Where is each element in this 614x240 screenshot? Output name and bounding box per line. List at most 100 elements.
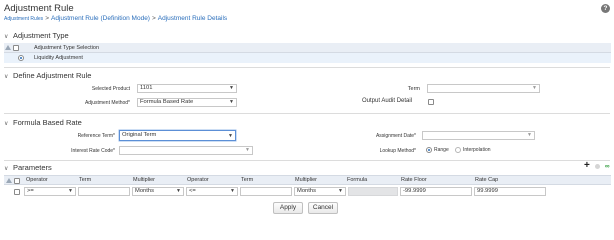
parameters-toolbar: + ∞ — [584, 161, 610, 171]
reference-term-value: Original Term — [122, 132, 157, 138]
lookup-interpolation-option[interactable]: Interpolation — [455, 147, 491, 153]
section-parameters[interactable]: ∨ Parameters — [4, 163, 52, 172]
dropdown-icon: ▼ — [245, 147, 250, 153]
multiplier-select[interactable]: Months ▼ — [132, 187, 184, 196]
term-input[interactable] — [78, 187, 130, 196]
formula-input — [348, 187, 398, 196]
chevron-down-icon[interactable]: ∨ — [4, 120, 13, 127]
page-title: Adjustment Rule — [4, 3, 74, 14]
select-all-checkbox[interactable] — [13, 44, 19, 51]
section-title: Define Adjustment Rule — [13, 71, 92, 80]
interest-rate-code-select[interactable]: ▼ — [119, 146, 253, 155]
selected-product-value: 1101 — [140, 85, 153, 91]
row-checkbox[interactable] — [14, 189, 20, 195]
column-header-formula: Formula — [347, 177, 368, 183]
divider — [4, 160, 610, 161]
reference-term-select[interactable]: Original Term ▼ — [119, 130, 236, 141]
divider — [4, 113, 610, 114]
section-title: Formula Based Rate — [13, 118, 82, 127]
section-title: Adjustment Type — [13, 31, 69, 40]
column-header-operator-2: Operator — [187, 177, 209, 183]
adjustment-method-label: Adjustment Method* — [84, 100, 130, 106]
breadcrumb-rule-details: Adjustment Rule Details — [157, 15, 228, 22]
operator-2-value: <= — [189, 188, 196, 194]
sort-icon[interactable] — [5, 45, 11, 50]
rate-floor-input[interactable]: -99.9999 — [400, 187, 472, 196]
chevron-down-icon[interactable]: ∨ — [4, 33, 13, 40]
section-adjustment-type[interactable]: ∨ Adjustment Type — [4, 31, 69, 40]
adjustment-type-table: Adjustment Type Selection Liquidity Adju… — [4, 43, 611, 63]
breadcrumb-separator: > — [151, 15, 156, 22]
delete-row-icon[interactable] — [594, 163, 600, 169]
apply-button[interactable]: Apply — [273, 202, 303, 214]
column-header-rate-cap: Rate Cap — [475, 177, 499, 183]
dropdown-icon: ▼ — [229, 85, 234, 91]
select-all-checkbox[interactable] — [14, 178, 20, 184]
dropdown-icon: ▼ — [229, 99, 234, 105]
dropdown-icon: ▼ — [532, 85, 537, 91]
range-radio[interactable] — [426, 147, 432, 153]
add-row-icon[interactable]: + — [584, 161, 590, 171]
column-header-multiplier-2: Multiplier — [295, 177, 318, 183]
dropdown-icon: ▼ — [68, 188, 73, 194]
lookup-range-option[interactable]: Range — [426, 147, 449, 153]
chevron-down-icon[interactable]: ∨ — [4, 165, 13, 172]
column-header-multiplier: Multiplier — [133, 177, 156, 183]
cancel-button[interactable]: Cancel — [308, 202, 338, 214]
column-header-term: Term — [79, 177, 92, 183]
reference-term-label: Reference Term* — [77, 133, 115, 139]
divider — [4, 67, 610, 68]
parameters-header: Operator Term Multiplier Operator Term M… — [4, 175, 611, 185]
dropdown-icon: ▼ — [228, 133, 233, 139]
adjustment-method-select[interactable]: Formula Based Rate ▼ — [137, 98, 237, 107]
table-header: Adjustment Type Selection — [4, 43, 611, 53]
term-2-input[interactable] — [240, 187, 292, 196]
range-label: Range — [434, 147, 449, 153]
row-label: Liquidity Adjustment — [34, 55, 83, 61]
section-title: Parameters — [13, 163, 52, 172]
selected-product-select[interactable]: 1101 ▼ — [137, 84, 237, 93]
section-formula-based-rate[interactable]: ∨ Formula Based Rate — [4, 118, 82, 127]
dropdown-icon: ▼ — [527, 132, 532, 138]
term-label: Term — [407, 86, 420, 92]
breadcrumb-adjustment-rules[interactable]: Adjustment Rules — [4, 16, 43, 22]
output-audit-label: Output Audit Detail — [362, 98, 413, 104]
multiplier-2-value: Months — [297, 188, 317, 194]
multiplier-2-select[interactable]: Months ▼ — [294, 187, 346, 196]
sort-icon[interactable] — [6, 178, 12, 183]
help-icon[interactable]: ? — [601, 4, 610, 13]
dropdown-icon: ▼ — [230, 188, 235, 194]
operator-value: >= — [27, 188, 34, 194]
breadcrumb-separator: > — [45, 15, 49, 22]
dropdown-icon: ▼ — [338, 188, 343, 194]
term-select[interactable]: ▼ — [427, 84, 540, 93]
interest-rate-code-label: Interest Rate Code* — [71, 148, 115, 154]
interpolation-label: Interpolation — [463, 147, 491, 153]
column-header-operator: Operator — [26, 177, 48, 183]
assignment-date-label: Assignment Date* — [375, 133, 416, 139]
column-header-rate-floor: Rate Floor — [401, 177, 427, 183]
table-row: >= ▼ Months ▼ <= ▼ Months ▼ -99.9999 99.… — [4, 186, 611, 197]
column-header-term-2: Term — [241, 177, 254, 183]
breadcrumb: Adjustment Rules > Adjustment Rule (Defini… — [4, 15, 227, 22]
operator-select[interactable]: >= ▼ — [24, 187, 76, 196]
link-icon[interactable]: ∞ — [605, 163, 610, 170]
selected-product-label: Selected Product — [91, 86, 130, 92]
lookup-method-label: Lookup Method* — [379, 148, 416, 154]
rate-floor-value: -99.9999 — [403, 188, 426, 194]
interpolation-radio[interactable] — [455, 147, 461, 153]
rate-cap-value: 99.9999 — [477, 188, 498, 194]
row-radio[interactable] — [18, 55, 24, 61]
section-define-rule[interactable]: ∨ Define Adjustment Rule — [4, 71, 91, 80]
chevron-down-icon[interactable]: ∨ — [4, 73, 13, 80]
operator-2-select[interactable]: <= ▼ — [186, 187, 238, 196]
breadcrumb-definition-mode[interactable]: Adjustment Rule (Definition Mode) — [51, 15, 150, 22]
table-row[interactable]: Liquidity Adjustment — [4, 53, 611, 63]
adjustment-method-value: Formula Based Rate — [140, 99, 194, 105]
assignment-date-select[interactable]: ▼ — [422, 131, 535, 140]
dropdown-icon: ▼ — [176, 188, 181, 194]
column-header-adjustment-type: Adjustment Type Selection — [34, 44, 100, 51]
rate-cap-input[interactable]: 99.9999 — [474, 187, 546, 196]
output-audit-checkbox[interactable] — [428, 99, 434, 105]
multiplier-value: Months — [135, 188, 155, 194]
